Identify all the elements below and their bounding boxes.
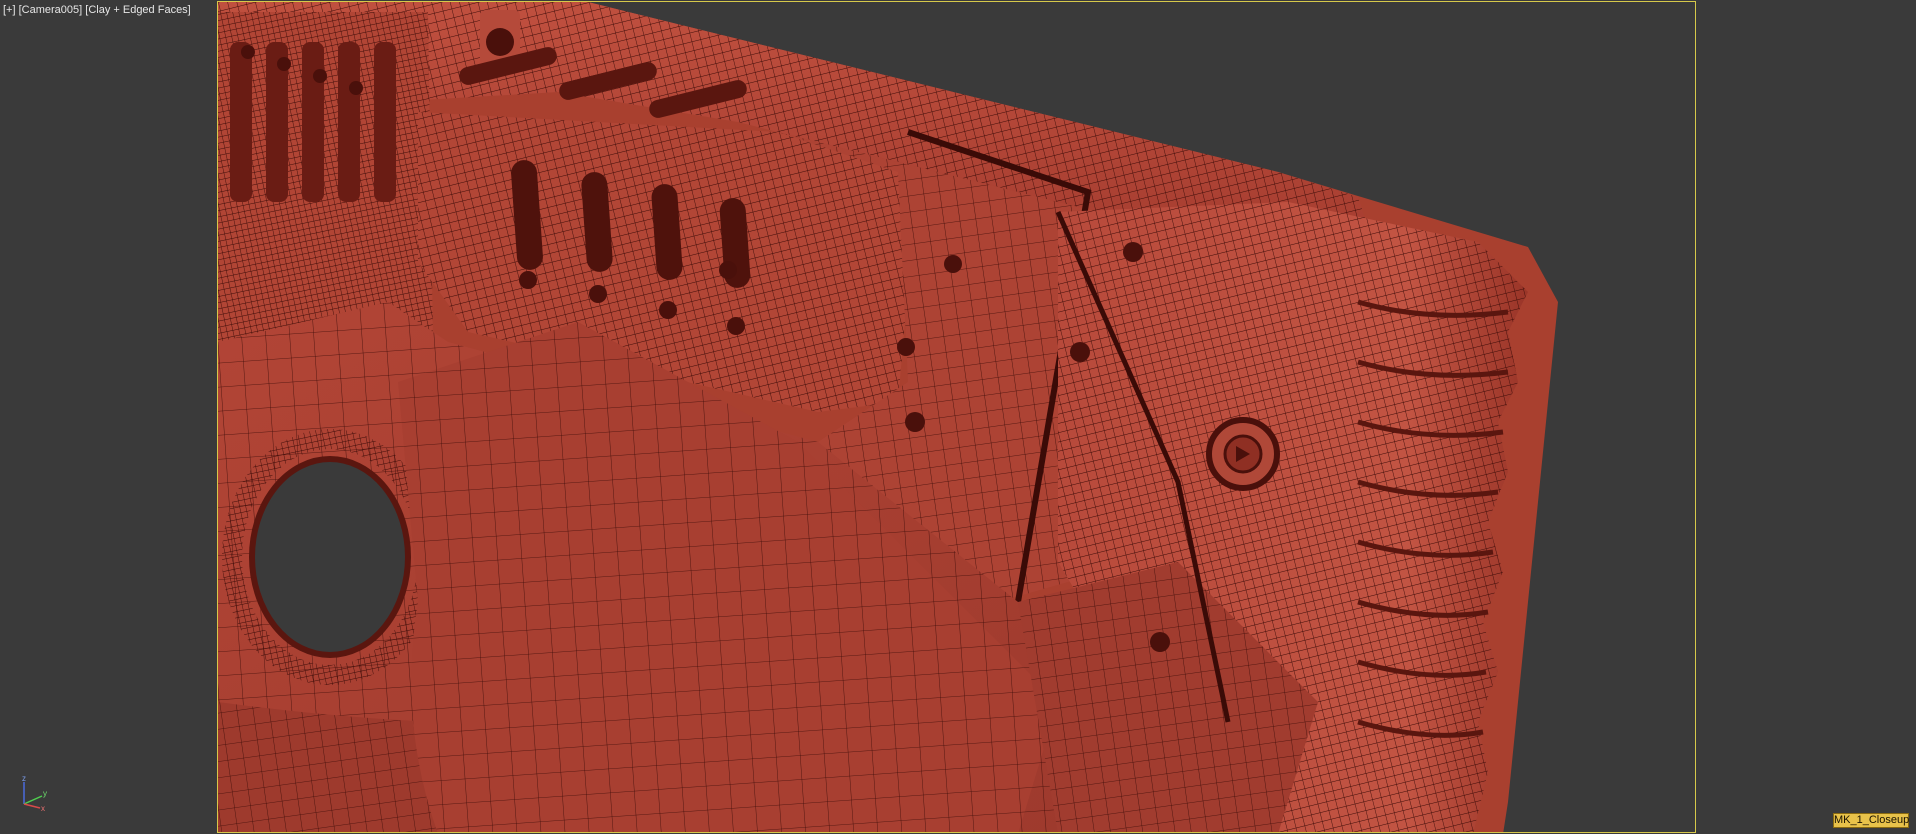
axis-z-label: z xyxy=(22,774,26,783)
viewport-label-menu: [+] [Camera005] [Clay + Edged Faces] xyxy=(3,4,191,16)
axis-x-label: x xyxy=(41,804,45,812)
viewport-general-menu[interactable]: [+] xyxy=(3,4,16,16)
viewport-camera-menu[interactable]: [Camera005] xyxy=(19,4,83,16)
camera-name-tag[interactable]: MK_1_Closeup xyxy=(1833,813,1909,828)
safe-frame xyxy=(217,1,1696,833)
axis-y-label: y xyxy=(43,789,47,798)
viewport[interactable]: [+] [Camera005] [Clay + Edged Faces] z y… xyxy=(0,0,1916,834)
axis-gizmo-icon: z y x xyxy=(22,774,47,812)
model-render[interactable] xyxy=(218,2,1696,833)
trigger-guard-hole xyxy=(249,456,411,658)
rail-segments xyxy=(218,12,433,362)
viewport-shading-menu[interactable]: [Clay + Edged Faces] xyxy=(85,4,190,16)
